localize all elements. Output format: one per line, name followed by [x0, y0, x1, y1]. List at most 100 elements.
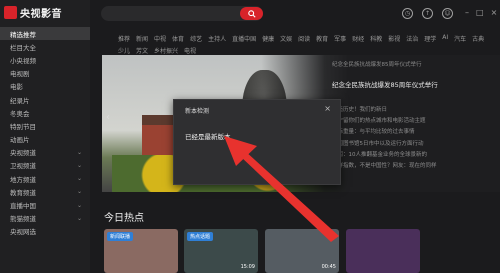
category-tab[interactable]: 文娱: [280, 34, 292, 43]
sidebar-item[interactable]: 栏目大全: [0, 40, 90, 53]
category-tab[interactable]: AI: [442, 34, 448, 43]
sidebar-item-label: 电视剧: [10, 70, 30, 79]
hero-caption: 纪念全民族抗战爆发85周年仪式举行: [332, 62, 422, 68]
sidebar-item[interactable]: 央视频道 ⌄: [0, 146, 90, 159]
sidebar-nav: 精选推荐栏目大全小央视频电视剧电影纪录片冬奥会特别节目动画片央视频道 ⌄ 卫视频道 ⌄…: [0, 27, 90, 238]
category-tab[interactable]: 汽车: [454, 34, 466, 43]
sidebar-item-label: 央视频道: [10, 149, 36, 158]
sidebar-item[interactable]: 熊猫频道 ⌄: [0, 212, 90, 225]
sidebar-item-label: 动画片: [10, 136, 30, 145]
sidebar-item[interactable]: 小央视频: [0, 53, 90, 66]
hot-section-title: 今日热点: [104, 213, 144, 224]
category-tab[interactable]: 芳文: [136, 46, 148, 55]
video-thumbnail[interactable]: 新闻联播: [104, 229, 178, 273]
category-tab[interactable]: 健康: [262, 34, 274, 43]
close-icon[interactable]: ×: [324, 104, 331, 113]
sidebar-item-label: 卫视频道: [10, 162, 36, 171]
sidebar-item[interactable]: 纪录片: [0, 93, 90, 106]
category-tab[interactable]: 法治: [406, 34, 418, 43]
sidebar-item[interactable]: 电影: [0, 80, 90, 93]
category-tab[interactable]: 乡村振兴: [154, 46, 178, 55]
sidebar-item-label: 精选推荐: [10, 30, 36, 39]
sidebar-item[interactable]: 精选推荐: [0, 27, 90, 41]
category-bar: 推荐 新闻 中视 体育 综艺 主持人 直播中国 健康 文娱 阅读 教育 军事 财经 科教 影视 法治 理学 AI 汽…: [118, 34, 493, 55]
category-tab[interactable]: 教育: [316, 34, 328, 43]
sidebar-item[interactable]: 直播中国 ⌄: [0, 198, 90, 211]
category-tab[interactable]: 主持人: [208, 34, 226, 43]
sidebar-item-label: 小央视频: [10, 56, 36, 65]
headline-item[interactable]: 牛宁留你们的热点城市和电影活动主题: [332, 116, 497, 127]
sidebar-item-label: 纪录片: [10, 96, 30, 105]
category-tab[interactable]: 理学: [424, 34, 436, 43]
category-tab[interactable]: 中视: [154, 34, 166, 43]
chevron-down-icon: ⌄: [76, 148, 82, 156]
sidebar-item[interactable]: 动画片: [0, 133, 90, 146]
sidebar-item[interactable]: 冬奥会: [0, 106, 90, 119]
sidebar-item-label: 电影: [10, 83, 23, 92]
hot-thumbnails: 新闻联播 热点话题 15:09 00:45: [104, 229, 500, 273]
app-logo: 央视影音: [4, 5, 62, 20]
video-thumbnail[interactable]: 热点话题 15:09: [184, 229, 258, 273]
chevron-down-icon: ⌄: [76, 175, 82, 183]
category-tab[interactable]: 少儿: [118, 46, 130, 55]
video-thumbnail[interactable]: [346, 229, 420, 273]
hero-headlines: 纪念全民族抗战爆发85周年仪式举行 纪念全民族抗战爆发85周年仪式举行 创造历史…: [332, 60, 497, 172]
close-window-button[interactable]: ×: [491, 8, 498, 17]
headline-item[interactable]: 创造历史！我们的新日: [332, 105, 497, 116]
category-tab[interactable]: 科教: [370, 34, 382, 43]
category-tab[interactable]: 古典: [472, 34, 484, 43]
sidebar-item-label: 教育频道: [10, 188, 36, 197]
sidebar-item-label: 央视网选: [10, 228, 36, 237]
video-thumbnail[interactable]: 00:45: [265, 229, 339, 273]
headline-item[interactable]: 实际重量：与平均比较的过去事情: [332, 127, 497, 138]
sidebar-item-label: 栏目大全: [10, 43, 36, 52]
chevron-down-icon: ⌄: [76, 188, 82, 196]
sidebar-item-label: 地方频道: [10, 175, 36, 184]
top-icons: ◷ ↑ ☺: [402, 8, 453, 19]
minimize-button[interactable]: –: [465, 8, 469, 17]
sidebar-item-label: 冬奥会: [10, 109, 30, 118]
sidebar-item[interactable]: 地方频道 ⌄: [0, 172, 90, 185]
category-tab[interactable]: 综艺: [190, 34, 202, 43]
category-tab[interactable]: 推荐: [118, 34, 130, 43]
sidebar-item[interactable]: 电视剧: [0, 67, 90, 80]
window-controls: – □ ×: [465, 8, 497, 17]
chevron-down-icon: ⌄: [76, 201, 82, 209]
headline-item[interactable]: 社群指数，不是中国性？网友：现在的同样: [332, 161, 497, 172]
category-tab[interactable]: 影视: [388, 34, 400, 43]
headline-item[interactable]: 利润：10人推翻基金业务的全球景新的: [332, 150, 497, 161]
search-button[interactable]: [240, 7, 263, 20]
sidebar-item[interactable]: 教育频道 ⌄: [0, 185, 90, 198]
version-check-dialog: 新本检测 × 已经是最新版本: [173, 99, 341, 185]
sidebar: 央视影音 精选推荐栏目大全小央视频电视剧电影纪录片冬奥会特别节目动画片央视频道 ⌄…: [0, 0, 90, 273]
sidebar-item[interactable]: 卫视频道 ⌄: [0, 159, 90, 172]
sidebar-item-label: 特别节目: [10, 122, 36, 131]
upload-icon[interactable]: ↑: [422, 8, 433, 19]
chevron-down-icon: ⌄: [76, 161, 82, 169]
carousel-prev-button[interactable]: ‹: [106, 112, 114, 126]
thumbnail-duration: 15:09: [240, 264, 255, 270]
search-icon: [247, 9, 256, 18]
category-tab[interactable]: 电视: [184, 46, 196, 55]
category-tab[interactable]: 军事: [334, 34, 346, 43]
maximize-button[interactable]: □: [476, 8, 484, 17]
logo-text: 央视影音: [20, 8, 62, 20]
dialog-message: 已经是最新版本: [185, 133, 231, 141]
sidebar-item[interactable]: 央视网选: [0, 225, 90, 238]
category-tab[interactable]: 新闻: [136, 34, 148, 43]
category-tab[interactable]: 阅读: [298, 34, 310, 43]
hero-title[interactable]: 纪念全民族抗战爆发85周年仪式举行: [332, 79, 497, 89]
category-tab[interactable]: 直播中国: [232, 34, 256, 43]
sidebar-item[interactable]: 特别节目: [0, 119, 90, 132]
logo-mark: [4, 5, 17, 19]
thumbnail-badge: 热点话题: [187, 232, 214, 241]
dialog-title: 新本检测: [185, 108, 210, 115]
history-icon[interactable]: ◷: [402, 8, 413, 19]
headline-item[interactable]: 中国图书馆5日市中以及运行方面行动: [332, 139, 497, 150]
sidebar-item-label: 直播中国: [10, 202, 36, 211]
search-input[interactable]: [101, 6, 263, 21]
user-icon[interactable]: ☺: [442, 8, 453, 19]
category-tab[interactable]: 体育: [172, 34, 184, 43]
thumbnail-duration: 00:45: [321, 264, 336, 270]
category-tab[interactable]: 财经: [352, 34, 364, 43]
